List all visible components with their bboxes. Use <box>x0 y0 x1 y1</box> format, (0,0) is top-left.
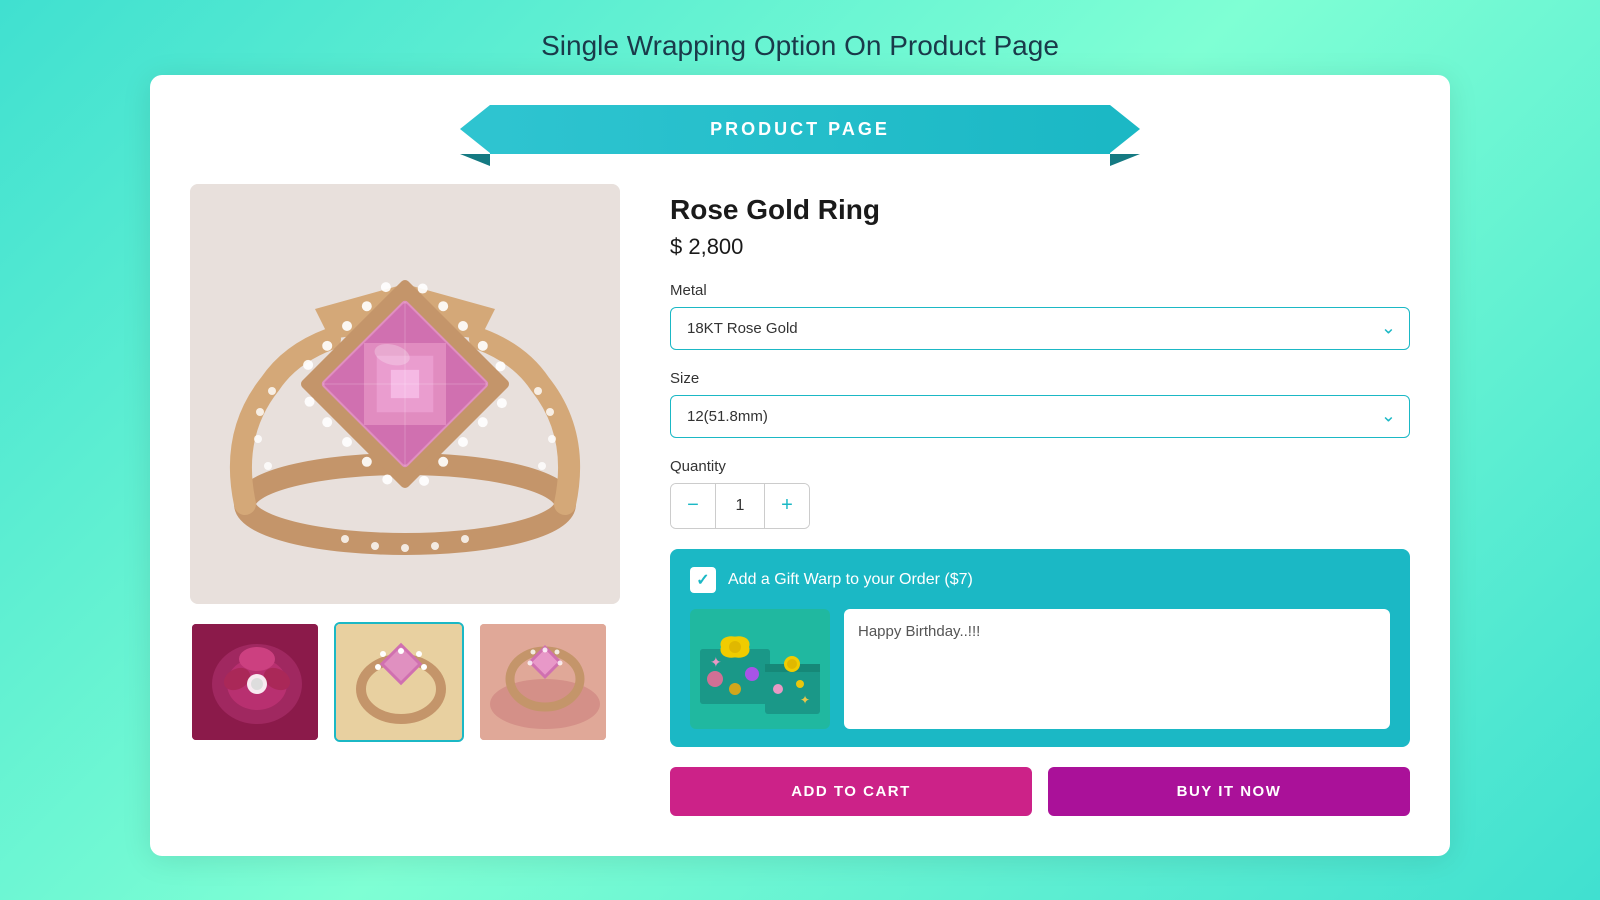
gift-wrap-content: ✦ ✦ Happy Birthday..!!! <box>690 609 1390 729</box>
gift-wrap-checkbox[interactable]: ✓ <box>690 567 716 593</box>
metal-label: Metal <box>670 282 1410 299</box>
content-area: Rose Gold Ring $ 2,800 Metal 18KT Rose G… <box>190 184 1410 816</box>
product-price: $ 2,800 <box>670 234 1410 260</box>
size-select-wrapper: 12(51.8mm) ⌄ <box>670 395 1410 438</box>
gift-message-textarea[interactable]: Happy Birthday..!!! <box>844 609 1390 729</box>
ribbon-container: PRODUCT PAGE <box>190 105 1410 154</box>
page-title: Single Wrapping Option On Product Page <box>541 30 1059 62</box>
quantity-value: 1 <box>715 484 765 528</box>
thumbnail-strip <box>190 622 620 742</box>
thumbnail-1[interactable] <box>190 622 320 742</box>
quantity-increase-button[interactable]: + <box>765 484 809 528</box>
gift-wrap-image: ✦ ✦ <box>690 609 830 729</box>
ribbon-banner: PRODUCT PAGE <box>490 105 1110 154</box>
svg-text:✦: ✦ <box>800 693 810 707</box>
metal-select-wrapper: 18KT Rose Gold ⌄ <box>670 307 1410 350</box>
quantity-label: Quantity <box>670 458 1410 475</box>
gift-wrap-section: ✓ Add a Gift Warp to your Order ($7) <box>670 549 1410 747</box>
ribbon-left-fold <box>460 154 490 166</box>
images-section <box>190 184 620 742</box>
product-title: Rose Gold Ring <box>670 194 1410 226</box>
thumbnail-2[interactable] <box>334 622 464 742</box>
thumbnail-3[interactable] <box>478 622 608 742</box>
gift-message-text: Happy Birthday..!!! <box>858 623 980 640</box>
product-card: PRODUCT PAGE <box>150 75 1450 856</box>
ribbon-right-fold <box>1110 154 1140 166</box>
gift-wrap-label: Add a Gift Warp to your Order ($7) <box>728 571 973 589</box>
ribbon-text: PRODUCT PAGE <box>710 119 890 140</box>
quantity-controls: − 1 + <box>670 483 810 529</box>
product-info-section: Rose Gold Ring $ 2,800 Metal 18KT Rose G… <box>670 184 1410 816</box>
action-buttons: ADD TO CART BUY IT NOW <box>670 767 1410 816</box>
quantity-section: Quantity − 1 + <box>670 458 1410 529</box>
size-select[interactable]: 12(51.8mm) <box>670 395 1410 438</box>
main-product-image <box>190 184 620 604</box>
buy-now-button[interactable]: BUY IT NOW <box>1048 767 1410 816</box>
add-to-cart-button[interactable]: ADD TO CART <box>670 767 1032 816</box>
gift-wrap-header: ✓ Add a Gift Warp to your Order ($7) <box>690 567 1390 593</box>
size-label: Size <box>670 370 1410 387</box>
checkmark-icon: ✓ <box>696 570 709 590</box>
svg-text:✦: ✦ <box>710 654 722 670</box>
quantity-decrease-button[interactable]: − <box>671 484 715 528</box>
metal-select[interactable]: 18KT Rose Gold <box>670 307 1410 350</box>
